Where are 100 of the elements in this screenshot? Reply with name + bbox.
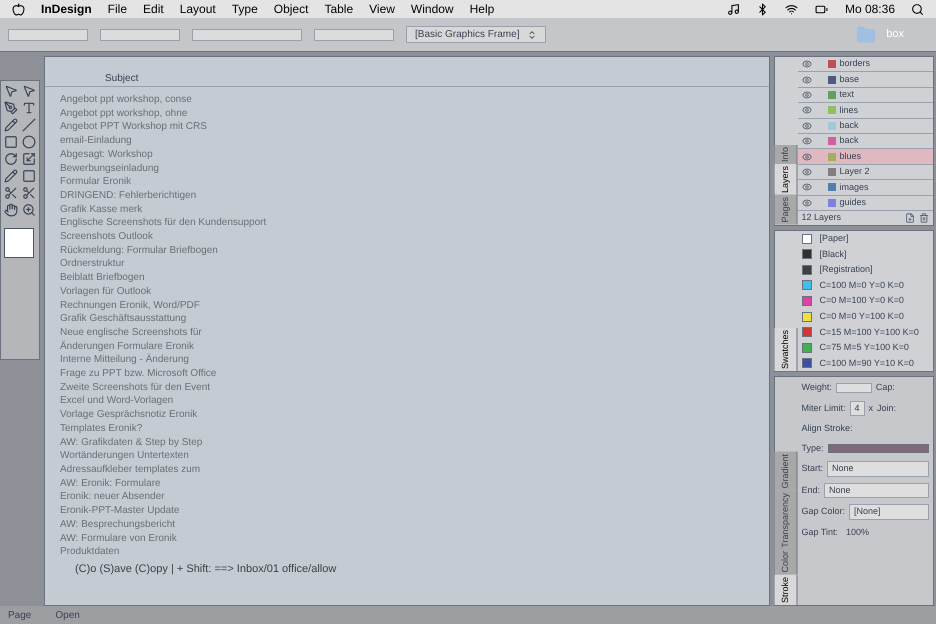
swatch-name[interactable]: C=75 M=5 Y=100 K=0 [820,341,909,355]
mail-subject[interactable]: Adressaufkleber templates zum [60,462,769,477]
pencil-icon[interactable] [4,169,18,183]
scissors-icon[interactable] [4,186,18,200]
stroke-weight-field[interactable] [314,28,394,40]
layer-row[interactable]: blues [798,149,933,165]
swatch-name[interactable]: [Paper] [820,232,849,246]
panel-tab[interactable]: Stroke [775,574,798,605]
mail-subject[interactable]: Angebot ppt workshop, conse [60,93,769,107]
scissors-icon[interactable] [22,186,36,200]
swatch-chip[interactable] [802,264,812,275]
mail-subject[interactable]: AW: Formulare von Eronik [60,532,769,546]
column-header[interactable]: Subject [45,71,769,87]
mail-subject[interactable]: Templates Eronik? [60,422,769,436]
start-dropdown[interactable]: None [827,461,929,477]
w-field[interactable] [100,28,180,40]
panel-tab[interactable]: Pages [775,195,798,225]
square-icon[interactable] [22,169,36,183]
mail-subject[interactable]: AW: Besprechungsbericht [60,518,769,532]
eye-icon[interactable] [802,182,812,192]
ellipse-icon[interactable] [22,135,36,149]
mail-subject[interactable]: DRINGEND: Fehlerberichtigen [60,188,769,203]
eye-icon[interactable] [802,74,812,85]
pointer-icon[interactable] [4,84,18,98]
panel-tab[interactable]: Gradient [775,452,798,491]
fill-stroke-swatch[interactable] [4,228,34,258]
mail-subject[interactable]: Frage zu PPT bzw. Microsoft Office [60,367,769,381]
swatch-chip[interactable] [802,249,812,260]
zoom-icon[interactable] [22,203,36,217]
eye-icon[interactable] [802,198,812,208]
menu-item[interactable]: Table [324,0,354,18]
music-icon[interactable] [726,2,740,16]
swatch-name[interactable]: [Registration] [820,263,873,277]
mail-subject[interactable]: Ordnerstruktur [60,257,769,272]
layer-row[interactable]: guides [798,196,933,211]
menu-item[interactable]: File [108,0,128,18]
swatch-chip[interactable] [802,327,812,338]
mail-subject[interactable]: Excel und Word-Vorlagen [60,394,769,408]
eye-icon[interactable] [802,166,812,177]
hand-icon[interactable] [4,203,18,217]
mail-subject[interactable]: Grafik Kasse merk [60,202,769,216]
menu-item[interactable]: Edit [143,0,164,18]
mail-subject[interactable]: email-Einladung [60,134,769,148]
eye-icon[interactable] [802,59,812,70]
rectangle-icon[interactable] [4,135,18,149]
swatch-name[interactable]: C=100 M=0 Y=0 K=0 [820,278,904,292]
swatch-name[interactable]: C=15 M=100 Y=100 K=0 [820,326,919,340]
mail-subject[interactable]: Rechnungen Eronik, Word/PDF [60,298,769,312]
pencil-icon[interactable] [4,118,18,132]
menu-item[interactable]: View [369,0,395,18]
mail-subject[interactable]: Interne Mitteilung - Änderung [60,353,769,368]
end-dropdown[interactable]: None [824,482,929,498]
pen-icon[interactable] [4,101,18,115]
mail-subject[interactable]: Screenshots Outlook [60,230,769,244]
mail-subject[interactable]: Abgesagt: Workshop [60,148,769,162]
type-tool-icon[interactable] [22,101,36,115]
open-label[interactable]: Open [55,608,80,622]
swatch-name[interactable]: [Black] [820,248,847,262]
panel-tab[interactable]: Transparency [775,490,798,550]
apple-icon[interactable] [12,2,25,16]
eye-icon[interactable] [802,136,812,146]
trash-icon[interactable] [919,212,929,223]
gap-color-dropdown[interactable]: [None] [849,504,929,520]
weight-field[interactable] [836,383,872,393]
eye-icon[interactable] [802,90,812,100]
layer-row[interactable]: borders [798,57,933,72]
panel-tab[interactable]: Info [775,145,798,164]
battery-icon[interactable] [814,2,829,16]
search-icon[interactable] [911,2,924,16]
frame-style-dropdown[interactable]: [Basic Graphics Frame] [406,26,546,43]
layer-row[interactable]: images [798,180,933,196]
swatch-chip[interactable] [802,296,812,306]
swatch-name[interactable]: C=0 M=100 Y=0 K=0 [820,294,904,308]
mail-subject[interactable]: Vorlage Gesprächsnotiz Eronik [60,408,769,422]
mail-subject[interactable]: Vorlagen für Outlook [60,284,769,299]
mail-subject[interactable]: Angebot ppt workshop, ohne [60,106,769,120]
mail-subject[interactable]: Grafik Geschäftsausstattung [60,312,769,326]
menu-item[interactable]: Help [470,0,494,18]
swatch-chip[interactable] [802,234,812,244]
miter-field[interactable]: 4 [850,400,865,416]
menu-item[interactable]: Layout [180,0,216,18]
mail-subject[interactable]: Angebot PPT Workshop mit CRS [60,120,769,134]
mail-subject[interactable]: Neue englische Screenshots für [60,326,769,340]
mail-subject[interactable]: Rückmeldung: Formular Briefbogen [60,244,769,258]
mail-subject[interactable]: Zweite Screenshots für den Event [60,380,769,394]
swatch-chip[interactable] [802,312,812,322]
swatch-name[interactable]: C=0 M=0 Y=100 K=0 [820,310,904,324]
mail-subject[interactable]: Produktdaten [60,545,769,559]
layer-row[interactable]: back [798,118,933,134]
mail-subject[interactable]: Änderungen Formulare Eronik [60,340,769,354]
mail-subject[interactable]: Eronik: neuer Absender [60,490,769,504]
mail-subject[interactable]: Formular Eronik [60,175,769,189]
panel-tab[interactable]: Swatches [775,328,798,372]
panel-tab[interactable]: Layers [775,164,798,196]
eye-icon[interactable] [802,105,812,116]
mail-subject[interactable]: Eronik-PPT-Master Update [60,504,769,518]
line-icon[interactable] [22,118,36,132]
pointer-icon[interactable] [22,84,36,98]
mail-subject[interactable]: AW: Grafikdaten & Step by Step [60,436,769,450]
mail-subject[interactable]: AW: Eronik: Formulare [60,476,769,490]
